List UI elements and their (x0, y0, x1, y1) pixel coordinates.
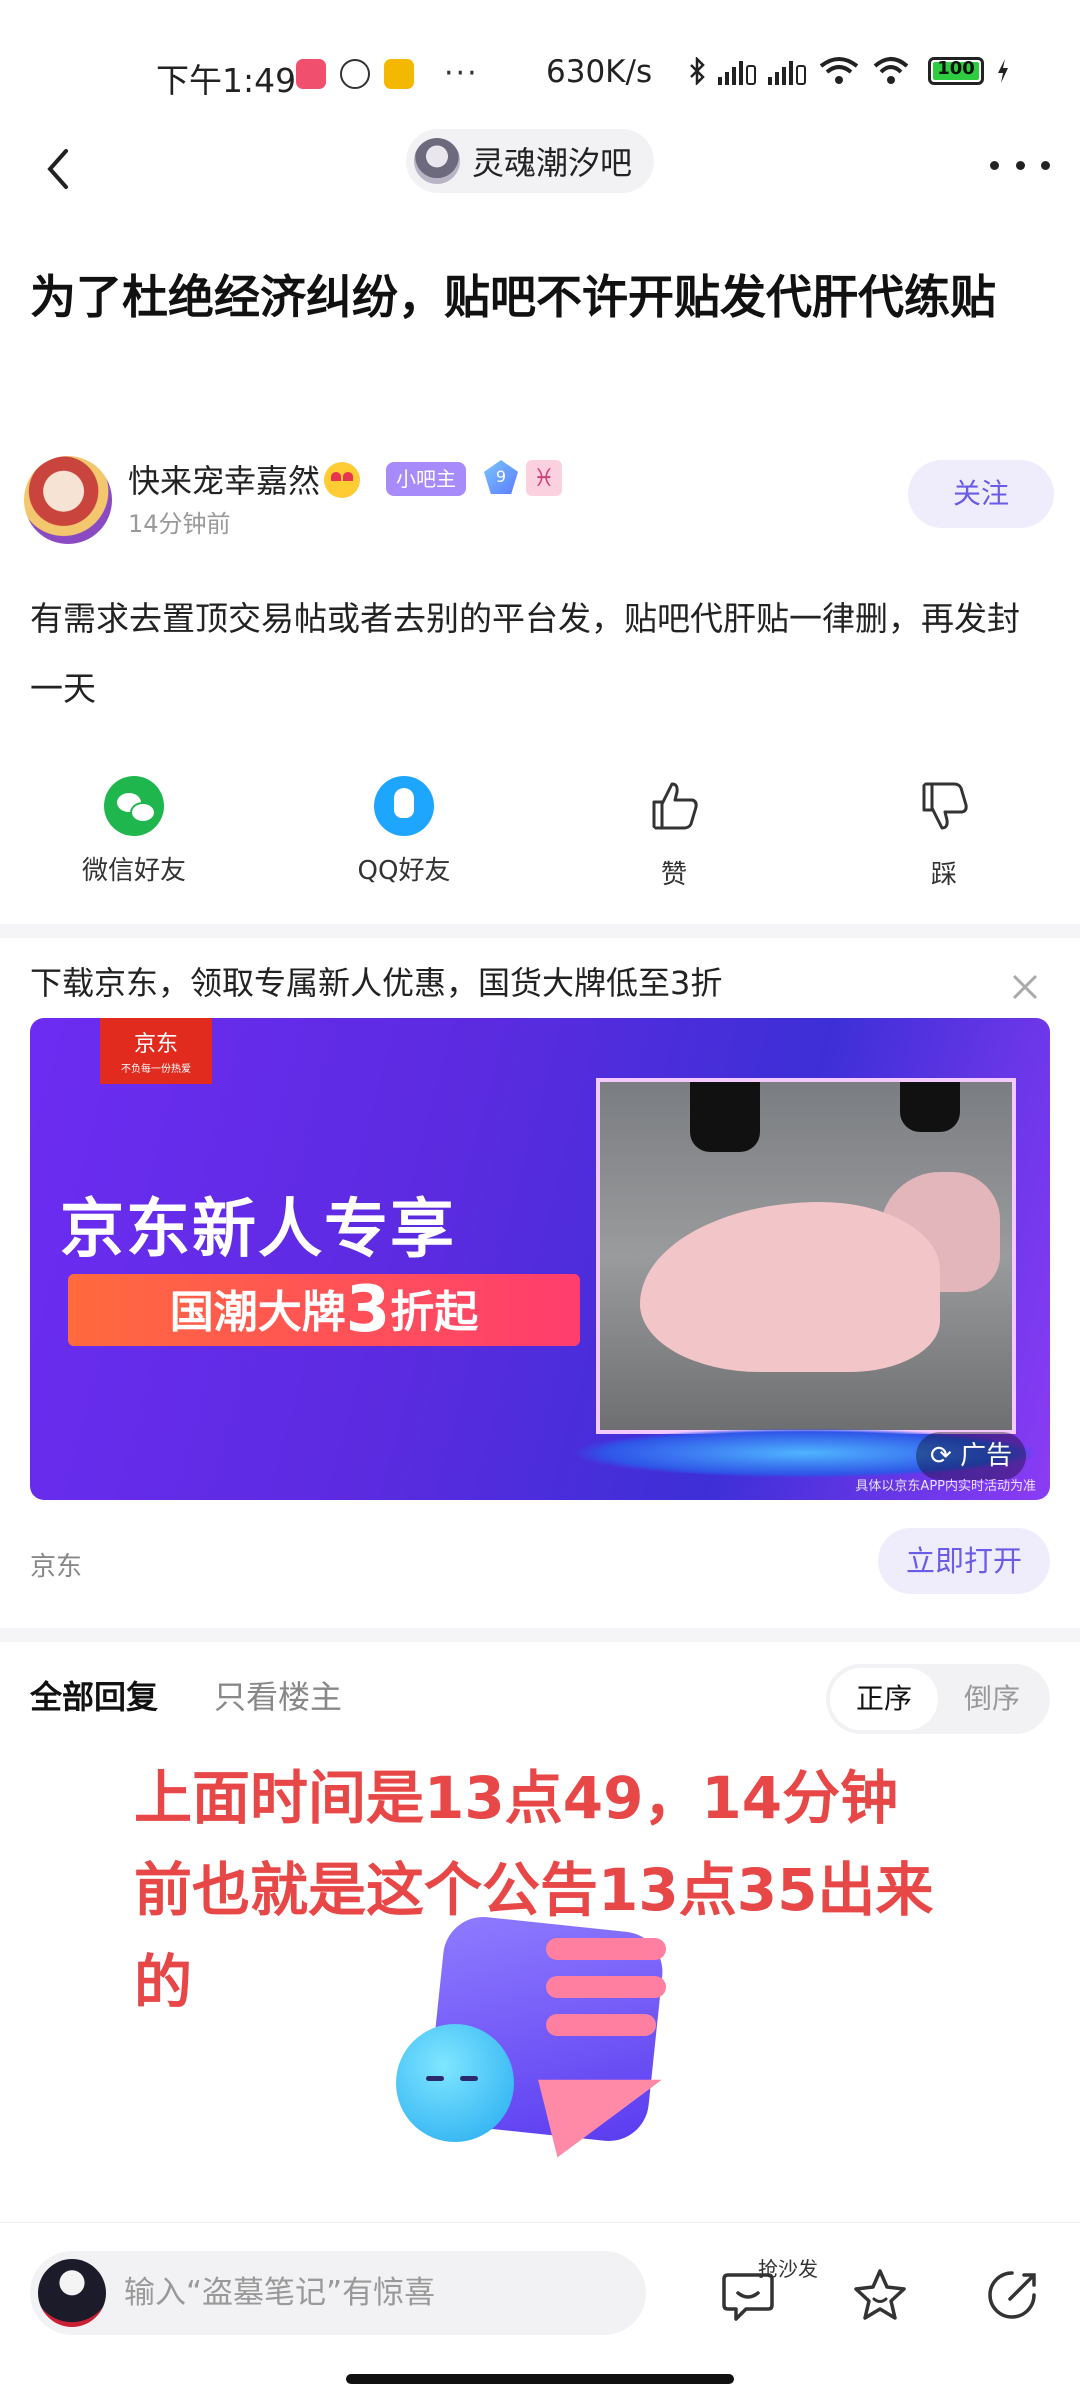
open-app-button[interactable]: 立即打开 (878, 1528, 1050, 1594)
share-edit-icon[interactable] (980, 2263, 1044, 2327)
notification-icons: ··· (296, 56, 479, 91)
charging-icon (998, 59, 1008, 83)
ad-headline: 京东新人专享 (60, 1193, 456, 1267)
share-qq-label: QQ好友 (357, 856, 451, 886)
ad-sub-prefix: 国潮大牌 (169, 1287, 346, 1338)
status-bar: 下午1:49 ··· 630K/s 100 (0, 0, 1080, 130)
more-notifications-icon: ··· (444, 56, 479, 91)
ad-tag-label: 广告 (960, 1441, 1013, 1471)
share-row: 微信好友 QQ好友 赞 踩 (0, 776, 1080, 896)
signal-icon-1 (718, 57, 756, 85)
home-indicator[interactable] (346, 2374, 734, 2384)
ad-sub-suffix: 折起 (390, 1287, 479, 1338)
ad-sub-number: 3 (345, 1273, 391, 1347)
netease-music-icon (296, 58, 326, 89)
zodiac-badge: ♓ (526, 460, 562, 496)
forum-pill[interactable]: 灵魂潮汐吧 (406, 129, 655, 193)
reply-tabs: 全部回复 只看楼主 (30, 1672, 342, 1718)
ad-caption[interactable]: 下载京东，领取专属新人优惠，国货大牌低至3折 (30, 958, 722, 1004)
qq-icon (340, 58, 370, 89)
section-divider (0, 924, 1080, 938)
system-icons: 100 (688, 56, 1010, 86)
ad-source: 京东 (30, 1552, 83, 1582)
level-badge: 9 (484, 460, 518, 494)
more-options-icon[interactable] (990, 145, 1050, 185)
dislike-label: 踩 (930, 860, 957, 890)
sort-asc-button[interactable]: 正序 (830, 1668, 938, 1730)
wifi-icon-2 (873, 57, 909, 84)
follow-button[interactable]: 关注 (908, 460, 1054, 528)
dislike-button[interactable]: 踩 (874, 776, 1014, 891)
empty-replies-illustration (396, 1913, 696, 2184)
post-title: 为了杜绝经济纠纷，贴吧不许开贴发代肝代练贴 (30, 270, 996, 324)
thumbs-down-icon (922, 782, 968, 830)
qq-icon (374, 776, 434, 836)
like-label: 赞 (660, 860, 687, 890)
like-button[interactable]: 赞 (604, 776, 744, 891)
author-name: 快来宠幸嘉然 (128, 462, 321, 500)
moderator-badge: 小吧主 (386, 462, 466, 496)
tab-op-only[interactable]: 只看楼主 (214, 1672, 342, 1718)
thumbs-up-icon (652, 782, 698, 830)
notes-icon (384, 58, 414, 89)
sort-desc-button[interactable]: 倒序 (938, 1668, 1046, 1730)
ad-subheadline: 国潮大牌3折起 (68, 1274, 580, 1346)
jd-logo: 京东 不负每一份热爱 (100, 1018, 212, 1084)
bluetooth-icon (690, 57, 705, 85)
share-wechat-label: 微信好友 (81, 856, 186, 886)
ad-tag: ⟳ 广告 (916, 1432, 1027, 1480)
ad-disclaimer: 具体以京东APP内实时活动为准 (855, 1479, 1036, 1494)
forum-avatar (414, 138, 460, 184)
close-icon[interactable] (1010, 972, 1040, 1002)
comment-input[interactable]: 输入“盗墓笔记”有惊喜 (30, 2251, 646, 2335)
back-arrow-icon[interactable] (36, 135, 96, 205)
section-divider-2 (0, 1628, 1080, 1642)
favorite-star-icon[interactable] (848, 2263, 912, 2327)
tab-all-replies[interactable]: 全部回复 (30, 1672, 158, 1718)
share-wechat-button[interactable]: 微信好友 (64, 776, 204, 887)
battery-icon: 100 (928, 57, 984, 85)
status-time: 下午1:49 (156, 61, 297, 100)
share-qq-button[interactable]: QQ好友 (334, 776, 474, 887)
sort-toggle: 正序 倒序 (826, 1664, 1050, 1734)
wechat-icon (104, 776, 164, 836)
post-body: 有需求去置顶交易帖或者去别的平台发，贴吧代肝贴一律删，再发封一天 (30, 599, 1020, 708)
top-nav: 灵魂潮汐吧 (0, 125, 1080, 235)
net-speed: 630K/s (546, 54, 653, 90)
post-time: 14分钟前 (128, 510, 231, 538)
signal-icon-2 (768, 57, 806, 85)
author-row: 快来宠幸嘉然 小吧主 9 ♓ 14分钟前 关注 (24, 452, 1054, 544)
author-avatar[interactable] (24, 456, 112, 544)
wifi-icon (819, 57, 859, 84)
forum-name: 灵魂潮汐吧 (472, 144, 633, 182)
bottom-bar: 输入“盗墓笔记”有惊喜 抢沙发 (0, 2222, 1080, 2362)
author-name-wrap[interactable]: 快来宠幸嘉然 (128, 456, 361, 502)
jd-logo-text: 京东 (133, 1032, 178, 1057)
ad-banner[interactable]: 京东 不负每一份热爱 京东新人专享 国潮大牌3折起 ⟳ 广告 具体以京东APP内… (30, 1018, 1050, 1500)
user-avatar (38, 2259, 106, 2327)
ad-shoe-image (596, 1078, 1016, 1434)
comment-placeholder: 输入“盗墓笔记”有惊喜 (124, 2275, 436, 2311)
heart-eyes-emoji-icon (324, 462, 361, 498)
comment-icon[interactable] (716, 2263, 780, 2327)
jd-slogan: 不负每一份热爱 (121, 1064, 191, 1075)
